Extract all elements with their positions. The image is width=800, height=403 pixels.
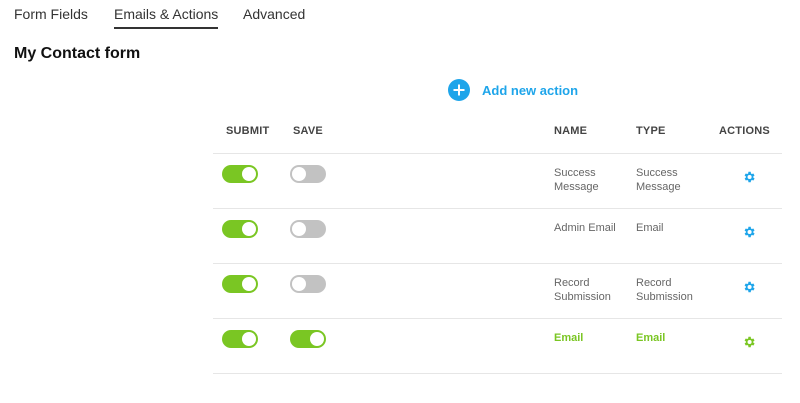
action-name: Admin Email [554,222,616,234]
tab-form-fields[interactable]: Form Fields [14,6,88,27]
action-name: Record Submission [554,277,611,303]
action-name: Email [554,332,584,344]
toggle-knob [242,222,256,236]
column-header-type: TYPE [636,125,666,137]
action-row: Success Message Success Message [213,154,782,209]
tab-emails-actions[interactable]: Emails & Actions [114,6,219,29]
toggle-knob [292,277,306,291]
column-header-save: SAVE [293,125,323,137]
action-type: Email [636,332,666,344]
save-toggle[interactable] [290,330,326,348]
submit-toggle[interactable] [222,330,258,348]
action-type: Record Submission [636,277,693,303]
toggle-knob [292,222,306,236]
action-type: Email [636,222,664,234]
add-new-action-label: Add new action [482,82,579,98]
action-type: Success Message [636,167,681,193]
toggle-knob [242,277,256,291]
column-header-actions: ACTIONS [719,125,770,137]
plus-circle-icon [448,79,470,101]
toggle-knob [242,167,256,181]
row-divider [213,373,782,374]
toggle-knob [242,332,256,346]
tab-bar: Form Fields Emails & Actions Advanced [0,0,800,30]
submit-toggle[interactable] [222,220,258,238]
action-row: Admin Email Email [213,209,782,264]
submit-toggle[interactable] [222,275,258,293]
tab-advanced[interactable]: Advanced [243,6,305,27]
toggle-knob [292,167,306,181]
gear-icon[interactable] [742,225,756,239]
action-name: Success Message [554,167,599,193]
save-toggle[interactable] [290,165,326,183]
save-toggle[interactable] [290,220,326,238]
action-row: Email Email [213,319,782,374]
column-header-name: NAME [554,125,588,137]
gear-icon[interactable] [742,170,756,184]
add-new-action-button[interactable]: Add new action [448,78,578,102]
submit-toggle[interactable] [222,165,258,183]
page-title: My Contact form [14,45,141,62]
gear-icon[interactable] [742,280,756,294]
toggle-knob [310,332,324,346]
action-row: Record Submission Record Submission [213,264,782,319]
save-toggle[interactable] [290,275,326,293]
column-header-submit: SUBMIT [226,125,270,137]
gear-icon[interactable] [742,335,756,349]
